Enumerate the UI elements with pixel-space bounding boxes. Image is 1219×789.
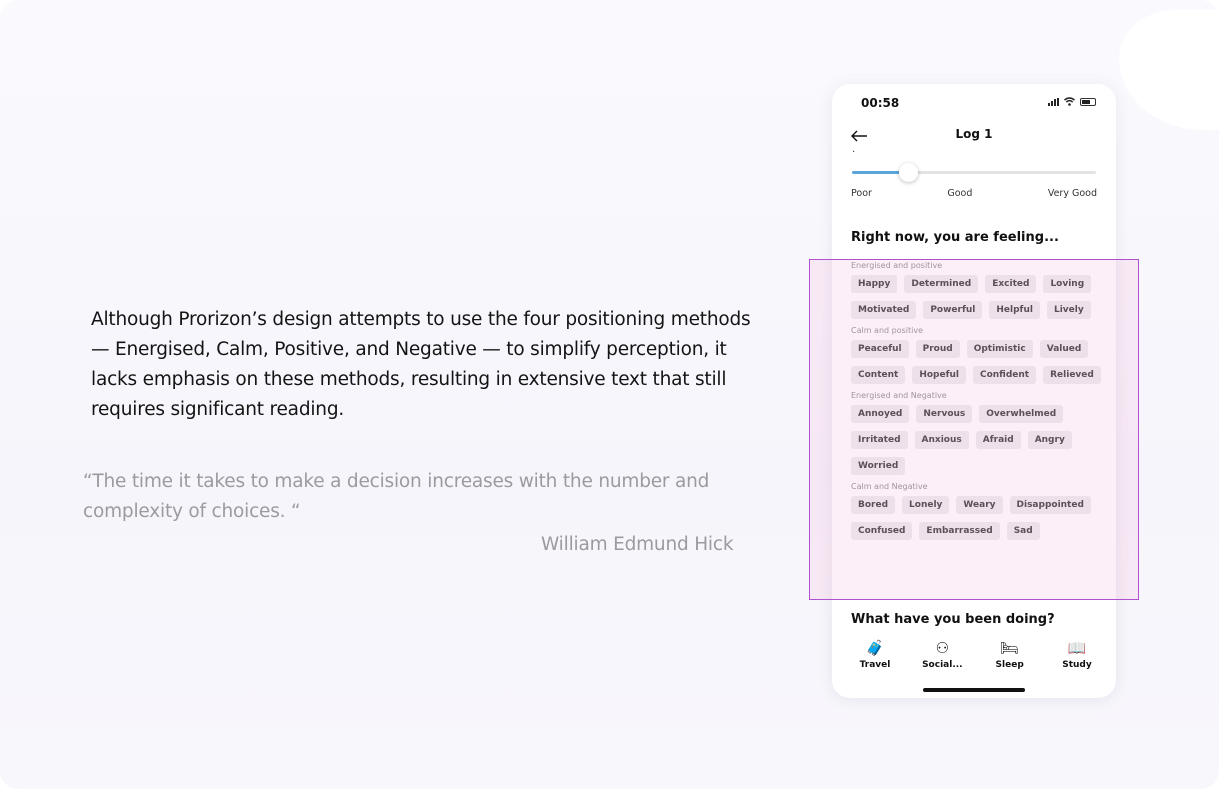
- activity-travel[interactable]: 🧳 Travel: [848, 638, 902, 670]
- activity-study[interactable]: 📖 Study: [1050, 638, 1104, 670]
- status-bar: 00:58: [832, 84, 1116, 120]
- activity-label: Travel: [859, 660, 891, 670]
- emotion-chip[interactable]: Nervous: [916, 405, 973, 423]
- dot-marker: .: [852, 144, 856, 155]
- activity-social[interactable]: ⚇ Social...: [915, 638, 969, 670]
- home-indicator: [923, 688, 1025, 692]
- emotion-chip[interactable]: Content: [851, 366, 906, 384]
- wifi-icon: [1064, 97, 1075, 106]
- emotion-chip[interactable]: Lonely: [902, 496, 950, 514]
- emotion-chip[interactable]: Relieved: [1043, 366, 1101, 384]
- status-time: 00:58: [861, 96, 900, 110]
- emotion-chip[interactable]: Irritated: [851, 431, 908, 449]
- emotion-chip[interactable]: Confident: [972, 366, 1037, 384]
- chip-group: Annoyed Nervous Overwhelmed Irritated Anxiou…: [851, 405, 1101, 475]
- feeling-title: Right now, you are feeling...: [851, 230, 1059, 245]
- emotion-chip[interactable]: Peaceful: [851, 340, 909, 358]
- mood-slider[interactable]: [852, 163, 1096, 182]
- emotion-chip[interactable]: Proud: [915, 340, 960, 358]
- battery-icon: [1080, 97, 1096, 106]
- body-paragraph: Although Prorizon’s design attempts to u…: [91, 309, 751, 420]
- phone-mockup: 00:58 Log 1 . Poor Good Very Good Right …: [832, 84, 1116, 698]
- emotion-chip[interactable]: Worried: [851, 457, 906, 475]
- suitcase-icon: 🧳: [865, 639, 885, 657]
- group-label: Energised and Negative: [851, 391, 947, 400]
- study-icon: 📖: [1067, 639, 1087, 657]
- emotion-chip[interactable]: Confused: [851, 522, 913, 540]
- emotion-chip[interactable]: Lively: [1046, 301, 1091, 319]
- emotion-chip[interactable]: Helpful: [989, 301, 1040, 319]
- chip-group: Happy Determined Excited Loving Motivated Pow…: [851, 275, 1101, 319]
- slider-label-poor: Poor: [851, 188, 872, 199]
- emotion-chip[interactable]: Loving: [1043, 275, 1092, 293]
- emotion-chip[interactable]: Angry: [1027, 431, 1072, 449]
- activity-list: 🧳 Travel ⚇ Social... 🛏 Sleep 📖 Study: [848, 638, 1104, 670]
- bed-icon: 🛏: [1000, 639, 1020, 657]
- quote-author: William Edmund Hick: [541, 534, 734, 555]
- emotion-chip[interactable]: Optimistic: [966, 340, 1033, 358]
- emotion-chip[interactable]: Happy: [851, 275, 898, 293]
- slider-label-good: Good: [947, 188, 973, 199]
- group-label: Energised and positive: [851, 261, 943, 270]
- emotion-chip[interactable]: Afraid: [975, 431, 1021, 449]
- chip-group: Bored Lonely Weary Disappointed Confused Emba…: [851, 496, 1101, 540]
- slide-canvas: Although Prorizon’s design attempts to u…: [0, 0, 1219, 789]
- emotion-chip[interactable]: Determined: [904, 275, 979, 293]
- emotion-chip[interactable]: Powerful: [923, 301, 983, 319]
- emotion-chip[interactable]: Anxious: [914, 431, 969, 449]
- activity-label: Study: [1062, 660, 1092, 670]
- emotion-chip[interactable]: Motivated: [851, 301, 917, 319]
- decorative-shape: [1119, 10, 1219, 130]
- emotion-chip[interactable]: Weary: [956, 496, 1003, 514]
- group-label: Calm and Negative: [851, 482, 928, 491]
- emotion-chip[interactable]: Valued: [1039, 340, 1089, 358]
- emotion-chip[interactable]: Hopeful: [912, 366, 966, 384]
- slider-thumb[interactable]: [899, 163, 919, 182]
- slider-label-very-good: Very Good: [1047, 188, 1097, 199]
- emotion-groups: Energised and positive Happy Determined Exc…: [851, 261, 1101, 547]
- quote-text: “The time it takes to make a decision in…: [83, 471, 710, 522]
- emotion-chip[interactable]: Overwhelmed: [979, 405, 1064, 423]
- signal-icon: [1048, 97, 1059, 106]
- emotion-chip[interactable]: Excited: [985, 275, 1037, 293]
- activity-label: Social...: [922, 660, 963, 670]
- status-icons: [1048, 97, 1096, 106]
- slider-labels: Poor Good Very Good: [851, 188, 1097, 199]
- social-icon: ⚇: [935, 639, 950, 657]
- group-label: Calm and positive: [851, 326, 924, 335]
- emotion-chip[interactable]: Sad: [1006, 522, 1040, 540]
- activity-label: Sleep: [995, 660, 1024, 670]
- chip-group: Peaceful Proud Optimistic Valued Content Hope…: [851, 340, 1101, 384]
- doing-title: What have you been doing?: [851, 612, 1055, 627]
- page-title: Log 1: [955, 127, 993, 141]
- activity-sleep[interactable]: 🛏 Sleep: [983, 638, 1037, 670]
- emotion-chip[interactable]: Annoyed: [851, 405, 910, 423]
- emotion-chip[interactable]: Bored: [851, 496, 896, 514]
- emotion-chip[interactable]: Disappointed: [1009, 496, 1091, 514]
- emotion-chip[interactable]: Embarrassed: [919, 522, 1000, 540]
